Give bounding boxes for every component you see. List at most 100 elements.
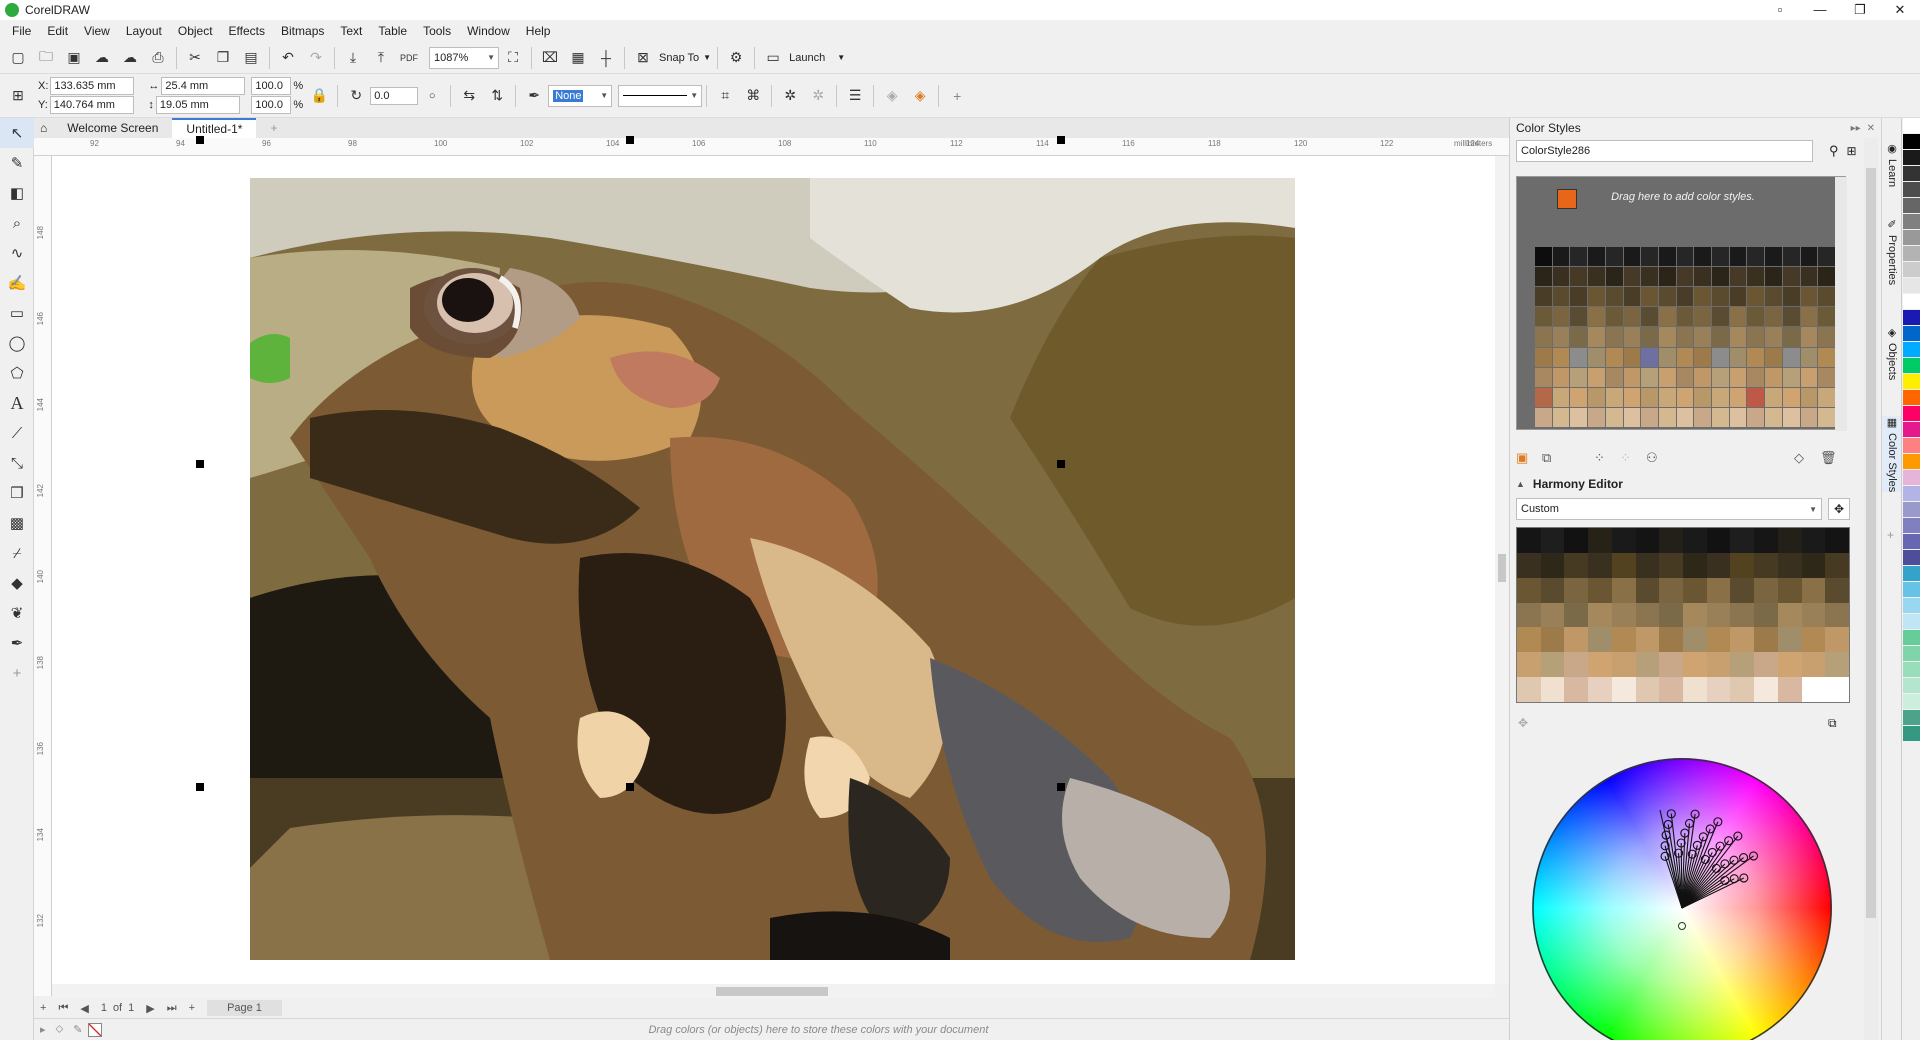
selection-handle-middle-left[interactable] (196, 460, 204, 468)
color-swatch[interactable] (1623, 307, 1641, 327)
harmony-swatch[interactable] (1706, 552, 1731, 578)
full-screen-icon[interactable]: ⛶ (501, 46, 525, 70)
color-swatch[interactable] (1552, 387, 1570, 407)
menu-file[interactable]: File (4, 24, 39, 38)
color-swatch[interactable] (1729, 367, 1747, 387)
harmony-swatch[interactable] (1564, 577, 1589, 603)
menu-effects[interactable]: Effects (221, 24, 273, 38)
harmony-swatch[interactable] (1564, 677, 1589, 703)
palette-color-chip[interactable] (1903, 534, 1920, 550)
harmony-swatch[interactable] (1754, 577, 1778, 603)
show-rulers-icon[interactable]: ⌧ (538, 46, 562, 70)
color-swatch[interactable] (1570, 287, 1588, 307)
color-swatch[interactable] (1729, 327, 1747, 347)
harmony-swatch[interactable] (1659, 552, 1684, 578)
palette-color-chip[interactable] (1903, 518, 1920, 534)
interactive-fill-tool-icon[interactable]: ◆ (0, 568, 34, 598)
new-harmony-icon[interactable]: ⧉ (1542, 450, 1568, 466)
color-swatch[interactable] (1782, 367, 1800, 387)
harmony-swatch[interactable] (1801, 627, 1826, 653)
color-swatch[interactable] (1570, 407, 1588, 427)
color-swatch[interactable] (1535, 307, 1552, 327)
palette-color-chip[interactable] (1903, 326, 1920, 342)
color-swatch[interactable] (1747, 367, 1765, 387)
harmony-swatch[interactable] (1683, 627, 1707, 653)
color-swatch[interactable] (1694, 407, 1712, 427)
menu-bitmaps[interactable]: Bitmaps (273, 24, 332, 38)
harmony-swatch[interactable] (1635, 627, 1660, 653)
apply-style-icon[interactable]: ◇ (1794, 450, 1820, 466)
color-swatch[interactable] (1782, 307, 1800, 327)
color-swatch[interactable] (1712, 307, 1729, 327)
palette-color-chip[interactable] (1903, 118, 1920, 134)
harmony-node[interactable] (1739, 873, 1749, 883)
scale-x-input[interactable]: 100.0 (251, 77, 292, 95)
harmony-swatch[interactable] (1588, 577, 1612, 603)
harmony-mode-select[interactable]: Custom ▼ (1516, 498, 1822, 520)
color-swatch[interactable] (1641, 307, 1658, 327)
harmony-swatch[interactable] (1588, 677, 1612, 703)
harmony-rule-button[interactable]: ✥ (1828, 498, 1850, 520)
color-swatch[interactable] (1552, 347, 1570, 367)
harmony-swatch[interactable] (1801, 602, 1826, 628)
color-swatch[interactable] (1658, 247, 1676, 267)
show-guidelines-icon[interactable]: ┼ (594, 46, 618, 70)
bitmap-color-mask-icon[interactable]: ✲ (778, 84, 802, 108)
harmony-swatch[interactable] (1611, 627, 1636, 653)
palette-color-chip[interactable] (1903, 454, 1920, 470)
color-swatch[interactable] (1676, 307, 1694, 327)
snap-to-dropdown[interactable]: Snap To (659, 52, 699, 64)
color-swatch[interactable] (1818, 247, 1835, 267)
palette-color-chip[interactable] (1903, 438, 1920, 454)
harmony-swatch[interactable] (1730, 552, 1755, 578)
color-swatch[interactable] (1535, 387, 1552, 407)
color-swatch[interactable] (1694, 287, 1712, 307)
harmony-swatch[interactable] (1659, 577, 1684, 603)
harmony-node[interactable] (1720, 875, 1730, 886)
palette-color-chip[interactable] (1903, 134, 1920, 150)
color-swatch[interactable] (1641, 267, 1658, 287)
harmony-swatch[interactable] (1754, 627, 1778, 653)
harmony-swatch[interactable] (1683, 652, 1707, 678)
zoom-tool-icon[interactable]: ⌕ (0, 208, 34, 238)
color-swatch[interactable] (1641, 287, 1658, 307)
color-swatch[interactable] (1676, 347, 1694, 367)
harmony-swatch[interactable] (1683, 577, 1707, 603)
color-swatch[interactable] (1605, 267, 1623, 287)
ellipse-tool-icon[interactable]: ◯ (0, 328, 34, 358)
color-swatch[interactable] (1818, 347, 1835, 367)
harmony-editor-header[interactable]: ▲ Harmony Editor (1516, 474, 1846, 494)
docker-scrollbar[interactable] (1864, 138, 1878, 1040)
color-swatch[interactable] (1818, 287, 1835, 307)
harmony-swatch[interactable] (1659, 602, 1684, 628)
color-swatch[interactable] (1712, 327, 1729, 347)
palette-color-chip[interactable] (1903, 710, 1920, 726)
harmony-swatch[interactable] (1754, 652, 1778, 678)
harmony-swatch[interactable] (1730, 627, 1755, 653)
color-swatch[interactable] (1623, 347, 1641, 367)
color-swatch[interactable] (1658, 287, 1676, 307)
color-swatch[interactable] (1800, 287, 1818, 307)
palette-color-chip[interactable] (1903, 390, 1920, 406)
color-swatch[interactable] (1641, 327, 1658, 347)
launch-icon[interactable]: ▭ (761, 46, 785, 70)
palette-color-chip[interactable] (1903, 310, 1920, 326)
last-page-icon[interactable]: ⏭ (167, 1002, 177, 1015)
lock-ratio-icon[interactable]: 🔒 (307, 84, 331, 108)
harmony-swatch[interactable] (1540, 652, 1565, 678)
cloud-upload-icon[interactable]: ☁ (118, 46, 142, 70)
canvas-horizontal-scrollbar[interactable] (52, 984, 1495, 998)
color-swatch[interactable] (1676, 387, 1694, 407)
palette-color-chip[interactable] (1903, 678, 1920, 694)
view-options-icon[interactable]: ⊞ (1847, 144, 1857, 158)
palette-color-chip[interactable] (1903, 614, 1920, 630)
harmony-swatch[interactable] (1540, 528, 1565, 553)
harmony-swatch[interactable] (1517, 627, 1541, 653)
color-swatch[interactable] (1552, 247, 1570, 267)
color-swatch[interactable] (1765, 307, 1782, 327)
color-swatch[interactable] (1676, 327, 1694, 347)
color-swatch[interactable] (1623, 387, 1641, 407)
y-position-input[interactable]: 140.764 mm (49, 96, 134, 114)
restore-small-icon[interactable]: ▫ (1760, 0, 1800, 20)
color-swatch[interactable] (1588, 307, 1605, 327)
